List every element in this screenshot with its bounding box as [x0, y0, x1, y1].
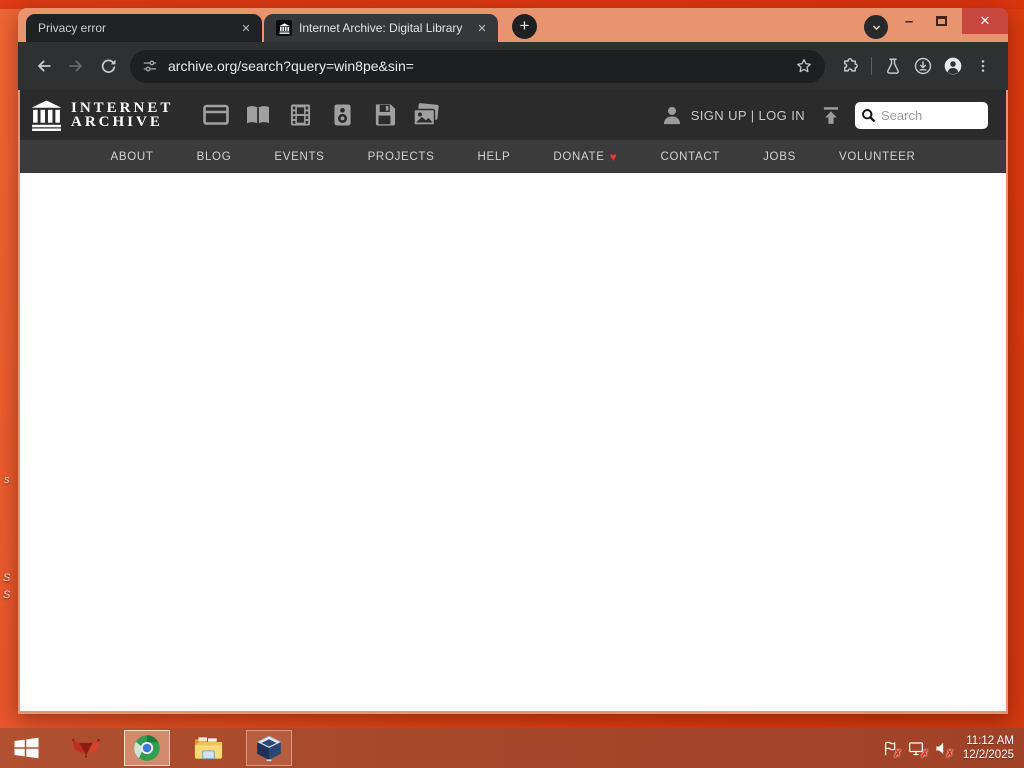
tab-title: Privacy error — [38, 21, 107, 35]
nav-about[interactable]: ABOUT — [110, 151, 153, 163]
nav-contact[interactable]: CONTACT — [660, 151, 720, 163]
upload-icon[interactable] — [821, 106, 841, 125]
tab-internet-archive[interactable]: Internet Archive: Digital Library ✕ — [264, 14, 498, 42]
new-tab-button[interactable]: + — [512, 14, 537, 39]
donate-heart-icon: ♥ — [609, 149, 618, 164]
tab-strip: Privacy error ✕ Internet Archive: Digita… — [18, 8, 1008, 42]
taskbar-clock[interactable]: 11:12 AM 12/2/2025 — [963, 734, 1014, 762]
web-icon[interactable] — [203, 102, 230, 128]
taskbar-file-explorer-icon[interactable] — [185, 730, 231, 766]
volume-x-badge: ✗ — [945, 748, 954, 760]
media-type-icons — [203, 102, 439, 128]
nav-volunteer[interactable]: VOLUNTEER — [839, 151, 916, 163]
address-bar[interactable]: archive.org/search?query=win8pe&sin= — [130, 49, 825, 83]
start-button[interactable] — [4, 730, 48, 766]
nav-help[interactable]: HELP — [478, 151, 511, 163]
toolbar-actions — [835, 51, 998, 81]
site-settings-tune-icon[interactable] — [142, 58, 158, 74]
maximize-button[interactable] — [926, 8, 956, 34]
brand-line-1: INTERNET — [71, 100, 174, 116]
nav-jobs[interactable]: JOBS — [763, 151, 796, 163]
browser-toolbar: archive.org/search?query=win8pe&sin= — [18, 42, 1008, 90]
browser-window: Privacy error ✕ Internet Archive: Digita… — [18, 8, 1008, 714]
reload-icon[interactable] — [92, 50, 124, 82]
nav-donate-label: DONATE — [553, 150, 605, 163]
system-tray: ✗ ✗ ✗ 11:12 AM 12/2/2025 — [882, 734, 1024, 762]
back-icon[interactable] — [28, 50, 60, 82]
internet-archive-logo-icon[interactable] — [30, 99, 63, 132]
texts-icon[interactable] — [245, 102, 271, 128]
nav-blog[interactable]: BLOG — [197, 151, 232, 163]
site-navigation: ABOUT BLOG EVENTS PROJECTS HELP DONATE ♥ … — [20, 140, 1006, 173]
search-icon — [861, 108, 876, 123]
profile-avatar-icon[interactable] — [938, 51, 968, 81]
taskbar: ✗ ✗ ✗ 11:12 AM 12/2/2025 — [0, 728, 1024, 768]
desktop: s S S Privacy error ✕ Internet Archive: … — [0, 0, 1024, 768]
tab-search-chevron-icon[interactable] — [864, 15, 888, 39]
brand-line-2: ARCHIVE — [71, 114, 163, 130]
taskbar-app-red-origami-icon[interactable] — [63, 730, 109, 766]
forward-icon[interactable] — [60, 50, 92, 82]
tab-close-icon[interactable]: ✕ — [238, 20, 254, 36]
bookmark-star-icon[interactable] — [795, 57, 813, 75]
site-search[interactable] — [855, 101, 988, 129]
desktop-icon-label-fragment: S — [3, 572, 11, 584]
search-input[interactable] — [881, 107, 982, 123]
images-icon[interactable] — [413, 102, 439, 128]
person-icon — [661, 104, 683, 126]
close-window-button[interactable]: ✕ — [962, 8, 1008, 34]
page-body-blank — [20, 173, 1006, 710]
clock-time: 11:12 AM — [966, 735, 1014, 747]
account-area: SIGN UP | LOG IN — [661, 104, 805, 126]
signup-login-link[interactable]: SIGN UP | LOG IN — [691, 108, 805, 123]
tab-title: Internet Archive: Digital Library — [299, 21, 463, 35]
tab-privacy-error[interactable]: Privacy error ✕ — [26, 14, 262, 42]
video-icon[interactable] — [287, 102, 313, 128]
experiments-flask-icon[interactable] — [878, 51, 908, 81]
taskbar-virtualbox-icon[interactable] — [246, 730, 292, 766]
nav-donate[interactable]: DONATE ♥ — [553, 150, 617, 164]
minimize-button[interactable]: – — [894, 8, 924, 34]
desktop-icon-label-fragment: s — [4, 474, 10, 486]
nav-projects[interactable]: PROJECTS — [368, 151, 435, 163]
internet-archive-favicon — [276, 20, 292, 36]
nav-events[interactable]: EVENTS — [274, 151, 324, 163]
url-text[interactable]: archive.org/search?query=win8pe&sin= — [168, 58, 795, 74]
downloads-icon[interactable] — [908, 51, 938, 81]
clock-date: 12/2/2025 — [962, 749, 1014, 761]
network-status-icon[interactable]: ✗ — [907, 740, 929, 760]
tab-close-icon[interactable]: ✕ — [474, 20, 490, 36]
notification-x-badge: ✗ — [893, 748, 902, 760]
internet-archive-header: INTERNET ARCHIVE SIGN UP | LOG IN Search — [20, 90, 1006, 140]
audio-icon[interactable] — [329, 102, 355, 128]
software-icon[interactable] — [371, 102, 397, 128]
toolbar-divider — [871, 57, 872, 75]
action-center-flag-icon[interactable]: ✗ — [882, 740, 902, 760]
extensions-puzzle-icon[interactable] — [835, 51, 865, 81]
page-content: INTERNET ARCHIVE SIGN UP | LOG IN Search… — [20, 90, 1006, 711]
desktop-icon-label-fragment: S — [3, 589, 11, 601]
taskbar-chrome-icon[interactable] — [124, 730, 170, 766]
menu-kebab-icon[interactable] — [968, 51, 998, 81]
internet-archive-wordmark[interactable]: INTERNET ARCHIVE — [71, 100, 174, 130]
volume-muted-icon[interactable]: ✗ — [934, 740, 954, 760]
network-x-badge: ✗ — [920, 748, 929, 760]
